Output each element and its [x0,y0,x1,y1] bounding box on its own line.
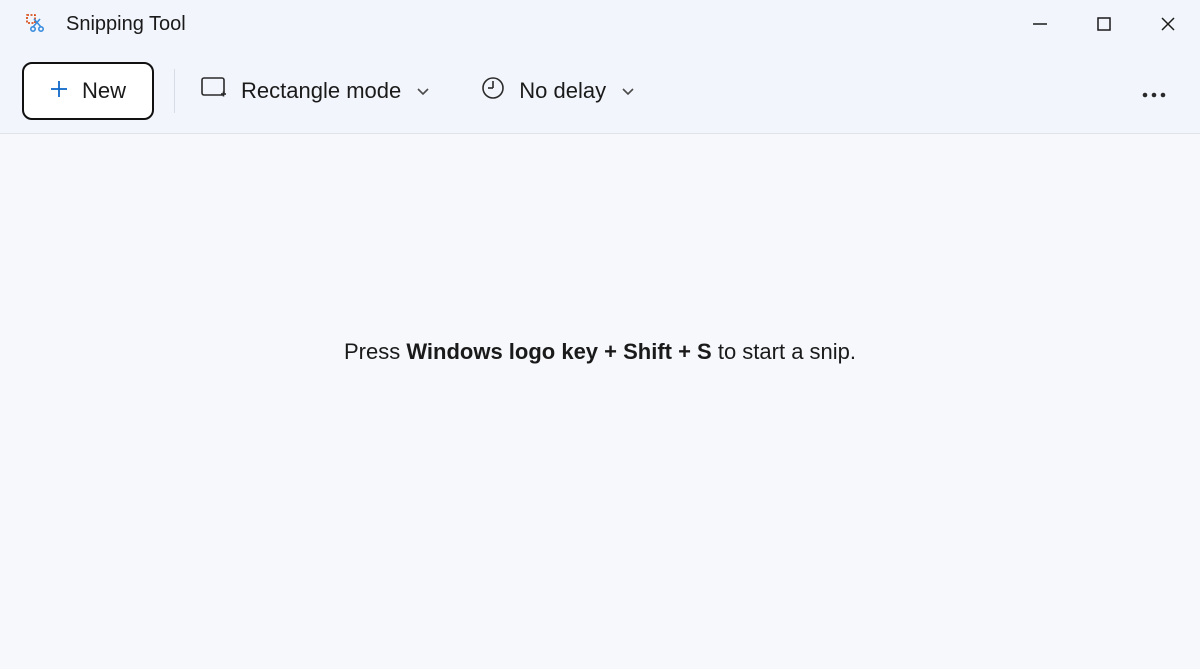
rectangle-mode-icon [201,77,227,105]
titlebar: Snipping Tool [0,0,1200,48]
app-title: Snipping Tool [66,13,186,36]
minimize-button[interactable] [1008,0,1072,48]
app-icon [24,12,48,36]
clock-icon [481,76,505,106]
main-content: Press Windows logo key + Shift + S to st… [0,134,1200,669]
hint-shortcut: Windows logo key + Shift + S [406,339,711,364]
chevron-down-icon [620,83,636,99]
hint-prefix: Press [344,339,406,364]
new-button[interactable]: New [22,62,154,120]
toolbar-divider [174,69,175,113]
hint-suffix: to start a snip. [712,339,856,364]
new-button-label: New [82,78,126,104]
titlebar-left: Snipping Tool [24,12,186,36]
toolbar: New Rectangle mode [0,48,1200,134]
delay-label: No delay [519,78,606,104]
chevron-down-icon [415,83,431,99]
hint-text: Press Windows logo key + Shift + S to st… [344,339,856,365]
more-icon [1142,78,1166,104]
window-controls [1008,0,1200,48]
snip-mode-label: Rectangle mode [241,78,401,104]
more-options-button[interactable] [1136,68,1172,114]
delay-dropdown[interactable]: No delay [475,66,642,116]
close-button[interactable] [1136,0,1200,48]
plus-icon [50,78,68,104]
snip-mode-dropdown[interactable]: Rectangle mode [195,67,437,115]
maximize-button[interactable] [1072,0,1136,48]
toolbar-left: New Rectangle mode [22,62,642,120]
